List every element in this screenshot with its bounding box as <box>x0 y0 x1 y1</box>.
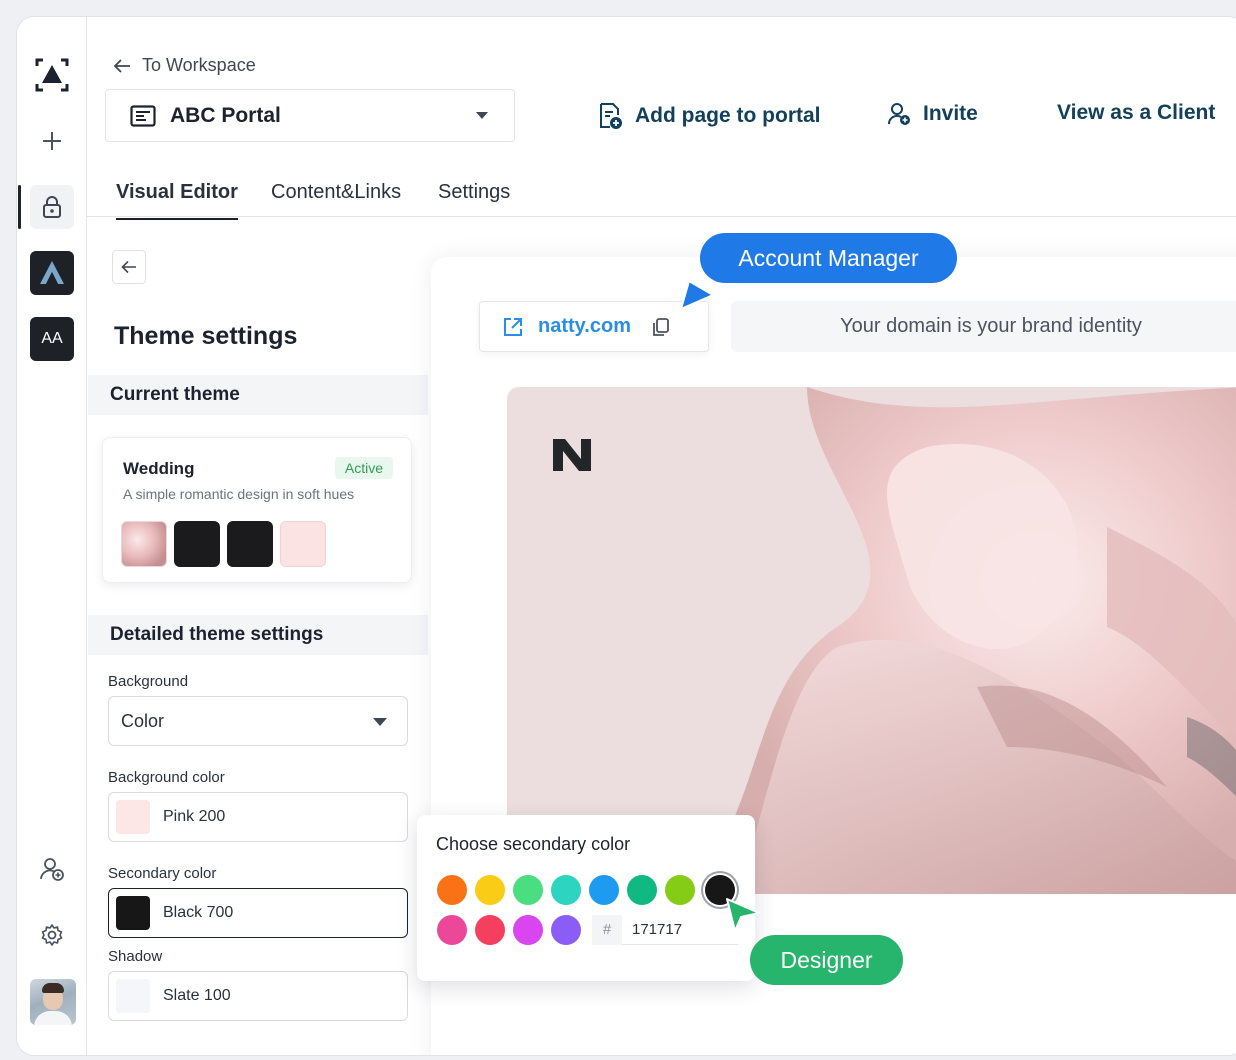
external-link-icon <box>504 317 522 336</box>
arrow-left-icon <box>113 58 130 73</box>
theme-swatch <box>280 521 326 567</box>
add-page-label: Add page to portal <box>635 104 821 127</box>
theme-card[interactable]: Wedding Active A simple romantic design … <box>102 437 412 583</box>
tab-settings[interactable]: Settings <box>438 181 510 218</box>
current-theme-heading: Current theme <box>88 375 428 415</box>
panel-back-button[interactable] <box>112 250 146 284</box>
color-option-pink[interactable] <box>437 915 467 945</box>
color-option-green[interactable] <box>513 875 543 905</box>
cursor-pointer-icon <box>680 280 714 310</box>
cursor-pointer-icon <box>726 898 760 932</box>
chevron-down-icon <box>373 718 387 726</box>
theme-swatch <box>227 521 273 567</box>
view-as-client-label: View as a Client <box>1057 101 1216 124</box>
color-option-violet[interactable] <box>551 915 581 945</box>
status-badge: Active <box>334 457 393 479</box>
detailed-theme-heading: Detailed theme settings <box>88 615 428 655</box>
shadow-label: Shadow <box>108 948 163 965</box>
color-option-blue[interactable] <box>589 875 619 905</box>
left-rail: AA <box>17 17 87 1055</box>
theme-description: A simple romantic design in soft hues <box>123 486 355 502</box>
designer-tag: Designer <box>750 935 903 985</box>
back-link-label: To Workspace <box>142 55 256 75</box>
back-to-workspace-link[interactable]: To Workspace <box>112 55 256 76</box>
add-icon[interactable] <box>30 119 74 163</box>
editor-tabs: Visual Editor Content&Links Settings <box>87 169 1236 220</box>
invite-button[interactable]: Invite <box>887 101 978 127</box>
domain-hint: Your domain is your brand identity <box>731 301 1236 352</box>
add-page-icon <box>600 103 622 129</box>
tab-visual-editor[interactable]: Visual Editor <box>116 181 238 220</box>
hex-input[interactable]: # 171717 <box>592 914 738 945</box>
background-select[interactable]: Color <box>108 696 408 746</box>
background-value: Color <box>121 710 165 731</box>
hex-value: 171717 <box>632 921 683 938</box>
shadow-field[interactable]: Slate 100 <box>108 971 408 1021</box>
view-as-client-button[interactable]: View as a Client <box>1057 101 1215 125</box>
copy-icon[interactable] <box>651 317 671 337</box>
shadow-value: Slate 100 <box>163 987 231 1004</box>
background-label: Background <box>108 673 189 690</box>
lock-icon[interactable] <box>30 185 74 229</box>
color-chip <box>116 896 150 930</box>
domain-link[interactable]: natty.com <box>479 301 709 352</box>
background-color-value: Pink 200 <box>163 808 226 825</box>
active-indicator <box>18 185 21 229</box>
initials-label: AA <box>41 330 63 347</box>
workspace-initials[interactable]: AA <box>30 317 74 361</box>
app-logo-icon[interactable] <box>30 53 74 97</box>
add-page-button[interactable]: Add page to portal <box>597 101 821 131</box>
invite-label: Invite <box>923 102 978 125</box>
settings-gear-icon[interactable] <box>30 913 74 957</box>
color-chip <box>116 979 150 1013</box>
invite-user-icon <box>887 103 910 125</box>
portal-icon <box>130 104 156 127</box>
secondary-color-picker: Choose secondary color # 171717 <box>417 815 755 981</box>
brand-logo-icon <box>553 439 591 471</box>
account-manager-tag: Account Manager <box>700 233 957 283</box>
color-option-lime[interactable] <box>665 875 695 905</box>
color-option-teal[interactable] <box>551 875 581 905</box>
secondary-color-label: Secondary color <box>108 865 217 882</box>
theme-name: Wedding <box>123 459 195 478</box>
portal-name: ABC Portal <box>170 103 281 127</box>
chevron-down-icon <box>476 112 488 119</box>
background-color-field[interactable]: Pink 200 <box>108 792 408 842</box>
background-color-label: Background color <box>108 769 225 786</box>
workspace-a-icon[interactable] <box>30 251 74 295</box>
color-chip <box>116 800 150 834</box>
color-option-orange[interactable] <box>437 875 467 905</box>
portal-dropdown[interactable]: ABC Portal <box>105 89 515 142</box>
user-avatar[interactable] <box>30 979 76 1025</box>
domain-name: natty.com <box>538 315 631 337</box>
color-option-emerald[interactable] <box>627 875 657 905</box>
theme-swatch <box>174 521 220 567</box>
hex-prefix: # <box>592 914 622 945</box>
picker-title: Choose secondary color <box>436 834 631 854</box>
color-option-red[interactable] <box>475 915 505 945</box>
secondary-color-field[interactable]: Black 700 <box>108 888 408 938</box>
tab-content-links[interactable]: Content&Links <box>271 181 401 218</box>
arrow-left-icon <box>121 260 136 274</box>
color-option-magenta[interactable] <box>513 915 543 945</box>
theme-swatch-image <box>121 521 167 567</box>
app-window: AA To Workspace ABC Portal Add page to p… <box>16 16 1236 1056</box>
panel-title: Theme settings <box>114 322 298 350</box>
secondary-color-value: Black 700 <box>163 904 234 921</box>
color-option-yellow[interactable] <box>475 875 505 905</box>
add-user-icon[interactable] <box>30 847 74 891</box>
